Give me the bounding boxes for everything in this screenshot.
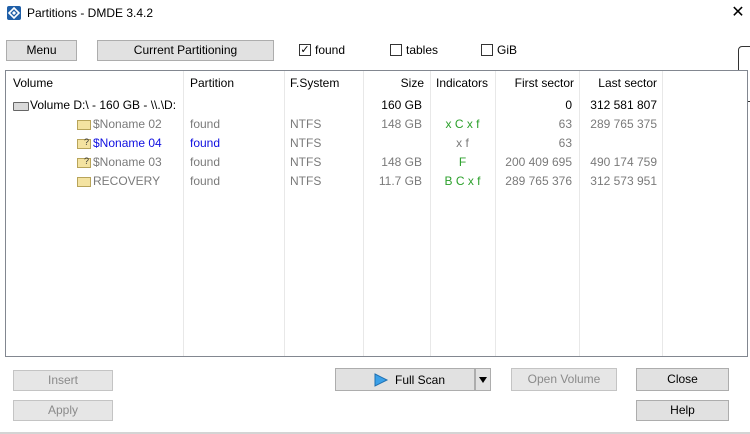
row-fs: NTFS — [290, 136, 322, 150]
gib-checkbox[interactable] — [481, 44, 493, 56]
drive-icon — [13, 102, 29, 111]
column-separator — [183, 71, 184, 356]
volume-size: 160 GB — [381, 98, 422, 112]
open-volume-button[interactable]: Open Volume — [511, 368, 617, 391]
row-name[interactable]: $Noname 03 — [93, 155, 162, 169]
row-first-sector: 63 — [558, 136, 572, 150]
found-checkbox[interactable]: ✓ — [299, 44, 311, 56]
volume-last-sector: 312 581 807 — [590, 98, 657, 112]
row-partition: found — [190, 174, 221, 188]
full-scan-button[interactable]: Full Scan — [335, 368, 475, 391]
column-header-volume[interactable]: Volume — [13, 76, 53, 90]
close-button[interactable]: Close — [636, 368, 729, 391]
row-size: 148 GB — [381, 117, 422, 131]
row-fs: NTFS — [290, 174, 322, 188]
column-header-partition[interactable]: Partition — [190, 76, 234, 90]
row-indicators: F — [458, 155, 467, 169]
full-scan-dropdown-button[interactable] — [475, 368, 491, 391]
row-partition: found — [190, 117, 221, 131]
row-indicators: B C x f — [444, 174, 481, 188]
row-last-sector: 490 174 759 — [590, 155, 657, 169]
chevron-down-icon — [479, 377, 487, 383]
window-title: Partitions - DMDE 3.4.2 — [27, 6, 154, 20]
column-header-fsystem[interactable]: F.System — [290, 76, 339, 90]
partition-unknown-icon — [77, 156, 91, 168]
column-separator — [363, 71, 364, 356]
volume-name[interactable]: Volume D:\ - 160 GB - \\.\D: — [30, 98, 176, 112]
column-separator — [662, 71, 663, 356]
apply-button[interactable]: Apply — [13, 400, 113, 421]
row-first-sector: 289 765 376 — [505, 174, 572, 188]
row-fs: NTFS — [290, 117, 322, 131]
title-bar: Partitions - DMDE 3.4.2 ✕ — [0, 0, 750, 28]
column-separator — [495, 71, 496, 356]
partition-icon — [77, 120, 91, 130]
row-size: 11.7 GB — [378, 174, 422, 188]
help-button[interactable]: Help — [636, 400, 729, 421]
column-separator — [430, 71, 431, 356]
partition-unknown-icon — [77, 137, 91, 149]
row-indicators: x f — [456, 136, 469, 150]
row-size: 148 GB — [381, 155, 422, 169]
row-last-sector: 289 765 375 — [590, 117, 657, 131]
tables-checkbox[interactable] — [390, 44, 402, 56]
column-header-last-sector[interactable]: Last sector — [579, 76, 657, 90]
gib-checkbox-label: GiB — [497, 43, 518, 57]
column-header-size[interactable]: Size — [363, 76, 424, 90]
partition-list[interactable]: Volume Partition F.System Size Indicator… — [5, 70, 748, 357]
row-partition: found — [190, 155, 221, 169]
column-header-indicators[interactable]: Indicators — [436, 76, 488, 90]
partition-icon — [77, 177, 91, 187]
row-fs: NTFS — [290, 155, 322, 169]
close-window-icon[interactable]: ✕ — [726, 2, 750, 26]
row-first-sector: 63 — [558, 117, 572, 131]
play-icon — [374, 373, 389, 387]
row-partition: found — [190, 136, 221, 150]
column-header-first-sector[interactable]: First sector — [495, 76, 574, 90]
column-separator — [579, 71, 580, 356]
row-last-sector: 312 573 951 — [590, 174, 657, 188]
row-indicators: x C x f — [445, 117, 480, 131]
checkmark-icon: ✓ — [300, 44, 310, 56]
column-separator — [284, 71, 285, 356]
menu-button[interactable]: Menu — [6, 40, 77, 61]
row-name[interactable]: $Noname 02 — [93, 117, 162, 131]
volume-first-sector: 0 — [565, 98, 572, 112]
found-checkbox-label: found — [315, 43, 346, 57]
row-name[interactable]: $Noname 04 — [93, 136, 162, 150]
current-partitioning-button[interactable]: Current Partitioning — [97, 40, 274, 61]
tables-checkbox-label: tables — [406, 43, 439, 57]
app-icon — [7, 6, 21, 20]
full-scan-label: Full Scan — [395, 373, 446, 387]
row-first-sector: 200 409 695 — [505, 155, 572, 169]
insert-button[interactable]: Insert — [13, 370, 113, 391]
row-name[interactable]: RECOVERY — [93, 174, 160, 188]
